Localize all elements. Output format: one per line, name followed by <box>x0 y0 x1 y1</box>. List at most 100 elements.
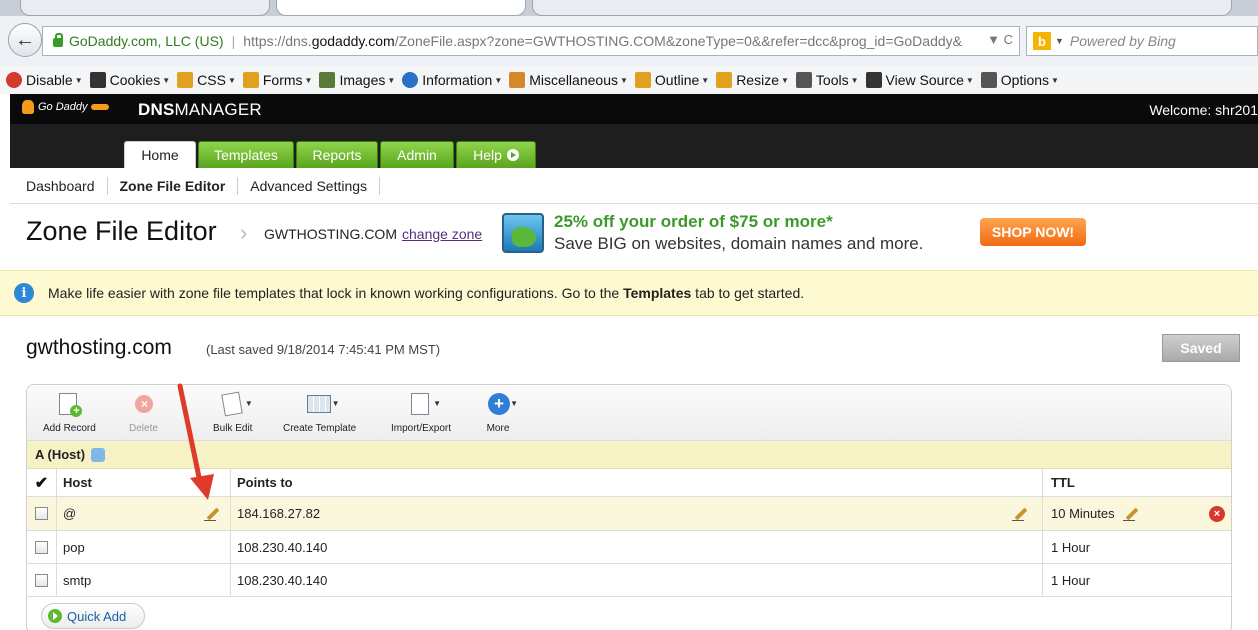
toolbar-item-information[interactable]: Information ▼ <box>402 72 502 88</box>
toolbar-item-images[interactable]: Images ▼ <box>319 72 395 88</box>
promo-headline[interactable]: 25% off your order of $75 or more* <box>554 212 833 232</box>
search-dropdown-icon[interactable]: ▼ <box>1055 36 1064 46</box>
page-title: Zone File Editor <box>26 216 217 246</box>
toolbar-item-label: View Source <box>885 72 964 88</box>
toolbar-item-label: Tools <box>815 72 849 88</box>
subnav-advanced-settings[interactable]: Advanced Settings <box>238 176 381 195</box>
site-identity[interactable]: GoDaddy.com, LLC (US) <box>69 33 224 49</box>
host-cell: @ <box>57 497 231 530</box>
info-banner: i Make life easier with zone file templa… <box>0 270 1258 316</box>
edit-ttl-pencil-icon[interactable] <box>1123 506 1139 522</box>
toolbar-item-miscellaneous[interactable]: Miscellaneous ▼ <box>509 72 628 88</box>
row-checkbox[interactable] <box>35 573 48 587</box>
search-placeholder: Powered by Bing <box>1069 33 1176 49</box>
change-zone-link[interactable]: change zone <box>402 226 482 242</box>
toolbar-item-label: Forms <box>262 72 303 88</box>
toolbar-item-label: Cookies <box>109 72 161 88</box>
tab-admin[interactable]: Admin <box>380 141 454 168</box>
edit-host-pencil-icon[interactable] <box>204 506 220 522</box>
back-arrow-icon: ← <box>15 28 35 51</box>
bing-icon[interactable]: b <box>1033 32 1051 50</box>
dropdown-arrow-icon: ▼ <box>74 75 83 85</box>
tab-label: Home <box>141 147 179 163</box>
dropdown-arrow-icon: ▼ <box>494 75 503 85</box>
row-checkbox[interactable] <box>35 507 48 520</box>
quick-add-button[interactable]: Quick Add <box>41 603 145 629</box>
browser-tab-active[interactable] <box>276 0 526 16</box>
toolbar-item-disable[interactable]: Disable ▼ <box>6 72 83 88</box>
godaddy-logo[interactable]: Go Daddy <box>22 100 109 114</box>
column-header-ttl[interactable]: TTL <box>1043 469 1231 496</box>
more-icon: + ▼ <box>485 391 518 417</box>
toolbar-item-label: Disable <box>26 72 73 88</box>
promo-globe-icon[interactable] <box>502 213 544 253</box>
subnav-dashboard[interactable]: Dashboard <box>10 176 108 195</box>
tool-label: Delete <box>129 423 158 434</box>
last-saved-text: (Last saved 9/18/2014 7:45:41 PM MST) <box>206 342 441 357</box>
search-input[interactable]: b ▼ Powered by Bing <box>1026 26 1258 56</box>
checkmark-icon: ✔ <box>34 474 49 492</box>
resize-icon <box>716 72 733 88</box>
table-row[interactable]: @ 184.168.27.82 10 Minutes × <box>27 497 1231 531</box>
create-template-button[interactable]: ▼ Create Template <box>283 391 356 434</box>
column-header-points-to[interactable]: Points to <box>231 469 1043 496</box>
import-export-button[interactable]: ▼ Import/Export <box>391 391 451 434</box>
browser-tab[interactable] <box>20 0 270 16</box>
tab-home[interactable]: Home <box>124 141 196 168</box>
toolbar-item-label: Resize <box>736 72 779 88</box>
toolbar-item-tools[interactable]: Tools ▼ <box>795 72 859 88</box>
toolbar-item-view-source[interactable]: View Source ▼ <box>865 72 974 88</box>
tab-reports[interactable]: Reports <box>296 141 378 168</box>
dropdown-arrow-icon: ▼ <box>227 75 236 85</box>
address-bar[interactable]: GoDaddy.com, LLC (US) | https://dns. goda… <box>42 26 1020 56</box>
toolbar-item-options[interactable]: Options ▼ <box>980 72 1059 88</box>
bulk-edit-button[interactable]: ▼ Bulk Edit <box>213 391 253 434</box>
section-header-a-host: A (Host) <box>27 441 1231 469</box>
points-to-value: 184.168.27.82 <box>237 506 321 521</box>
select-all-cell[interactable]: ✔ <box>27 469 57 496</box>
row-checkbox-cell <box>27 564 57 596</box>
options-icon <box>980 72 997 88</box>
welcome-text: Welcome: shr201 <box>1149 102 1258 118</box>
info-icon: i <box>14 283 34 303</box>
saved-button[interactable]: Saved <box>1162 334 1240 362</box>
tab-help[interactable]: Help <box>456 141 536 168</box>
points-to-cell: 108.230.40.140 <box>231 531 1043 563</box>
add-record-icon: + <box>56 391 83 417</box>
add-record-button[interactable]: + Add Record <box>43 391 96 434</box>
back-button[interactable]: ← <box>8 23 42 57</box>
browser-tab[interactable] <box>532 0 1232 16</box>
table-row[interactable]: smtp 108.230.40.140 1 Hour <box>27 564 1231 597</box>
forms-icon <box>242 72 259 88</box>
table-row[interactable]: pop 108.230.40.140 1 Hour <box>27 531 1231 564</box>
outline-icon <box>634 72 651 88</box>
toolbar-item-outline[interactable]: Outline ▼ <box>634 72 709 88</box>
godaddy-mascot-icon <box>22 100 34 114</box>
column-header-host[interactable]: Host <box>57 469 231 496</box>
help-icon[interactable] <box>91 447 106 462</box>
row-checkbox[interactable] <box>35 540 48 554</box>
sub-nav: Dashboard Zone File Editor Advanced Sett… <box>10 168 1258 204</box>
toolbar-item-css[interactable]: CSS ▼ <box>177 72 236 88</box>
delete-button[interactable]: × Delete <box>129 391 158 434</box>
toolbar-item-cookies[interactable]: Cookies ▼ <box>89 72 170 88</box>
promo-subline[interactable]: Save BIG on websites, domain names and m… <box>554 234 923 254</box>
subnav-zone-file-editor[interactable]: Zone File Editor <box>108 176 239 195</box>
delete-icon: × <box>130 391 156 417</box>
toolbar-item-forms[interactable]: Forms ▼ <box>242 72 312 88</box>
tool-label: Create Template <box>283 423 357 434</box>
more-button[interactable]: + ▼ More <box>485 391 518 434</box>
toolbar-item-resize[interactable]: Resize ▼ <box>716 72 789 88</box>
reload-icon[interactable]: ▼ C <box>987 32 1013 47</box>
delete-record-icon[interactable]: × <box>1209 505 1225 522</box>
edit-points-to-pencil-icon[interactable] <box>1012 506 1028 522</box>
records-panel: + Add Record × Delete ▼ Bulk Edit ▼ Crea… <box>26 384 1232 630</box>
dropdown-arrow-icon: ▼ <box>850 75 859 85</box>
tools-icon <box>795 72 812 88</box>
toolbar-item-label: Images <box>339 72 386 88</box>
shop-now-button[interactable]: SHOP NOW! <box>980 218 1086 246</box>
developer-toolbar: Disable ▼ Cookies ▼ CSS ▼ Forms ▼ Images ▼ Informa… <box>0 66 1258 94</box>
information-icon <box>402 72 419 88</box>
toolbar-item-label: Options <box>1000 72 1050 88</box>
tab-templates[interactable]: Templates <box>198 141 294 168</box>
